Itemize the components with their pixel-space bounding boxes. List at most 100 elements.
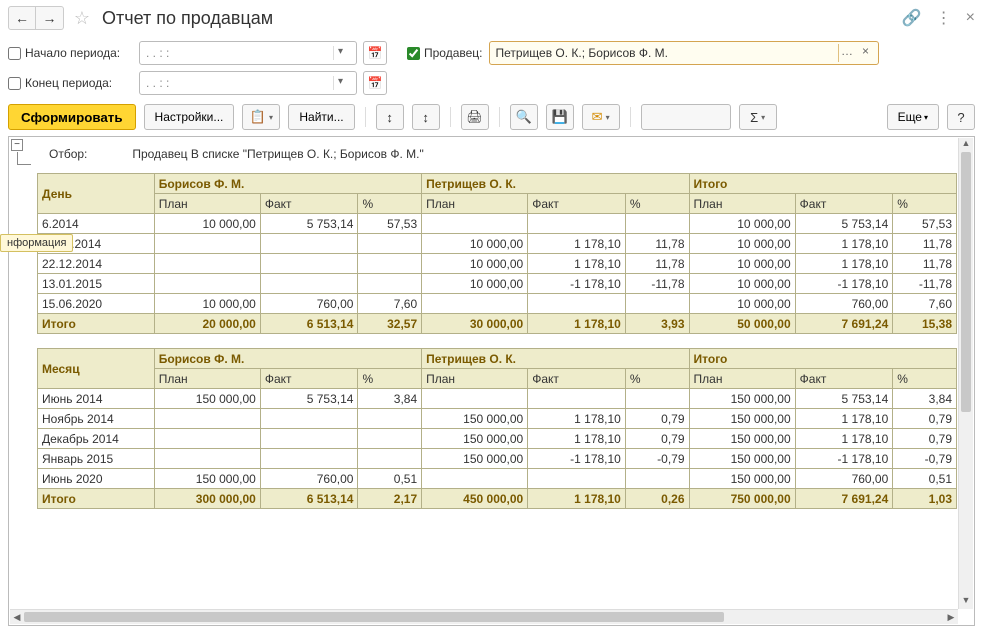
cell: 150 000,00 bbox=[422, 449, 528, 469]
fact-header: Факт bbox=[795, 194, 893, 214]
cell: 7 691,24 bbox=[795, 314, 893, 334]
favorite-star-icon[interactable]: ☆ bbox=[70, 6, 94, 30]
close-icon[interactable]: × bbox=[966, 9, 975, 27]
table-row: Январь 2015150 000,00-1 178,10-0,79150 0… bbox=[38, 449, 957, 469]
table-row: 13.01.201510 000,00-1 178,10-11,7810 000… bbox=[38, 274, 957, 294]
scroll-right-icon[interactable]: ▶ bbox=[944, 610, 958, 624]
expand-levels-button[interactable]: ↕ bbox=[376, 104, 404, 130]
cell bbox=[422, 214, 528, 234]
cell bbox=[260, 254, 358, 274]
save-icon: 💾 bbox=[552, 109, 568, 125]
total-label: Итого bbox=[38, 489, 155, 509]
find-button[interactable]: Найти... bbox=[288, 104, 354, 130]
scroll-thumb-h[interactable] bbox=[24, 612, 724, 622]
cell: 10 000,00 bbox=[689, 274, 795, 294]
end-calendar-button[interactable]: 📅 bbox=[363, 71, 387, 95]
collapse-levels-button[interactable]: ↕ bbox=[412, 104, 440, 130]
cell: 1 178,10 bbox=[528, 234, 626, 254]
date-cell: Декабрь 2014 bbox=[38, 429, 155, 449]
filters-panel: Начало периода: . . : : ▾ 📅 Продавец: Пе… bbox=[0, 36, 983, 100]
paste-button[interactable]: 📋 bbox=[242, 104, 280, 130]
cell: 0,79 bbox=[893, 409, 957, 429]
table-row: Июнь 2014150 000,005 753,143,84150 000,0… bbox=[38, 389, 957, 409]
expand-icon: ↕ bbox=[386, 110, 393, 125]
print-button[interactable]: 🖨 bbox=[461, 104, 489, 130]
cell: 32,57 bbox=[358, 314, 422, 334]
scroll-thumb-v[interactable] bbox=[961, 152, 971, 412]
cell: -11,78 bbox=[625, 274, 689, 294]
seller-input[interactable]: Петрищев О. К.; Борисов Ф. М. … × bbox=[489, 41, 879, 65]
toolbar: Сформировать Настройки... 📋 Найти... ↕ ↕… bbox=[0, 100, 983, 134]
link-icon[interactable]: 🔗 bbox=[902, 8, 922, 28]
cell: 760,00 bbox=[260, 469, 358, 489]
menu-icon[interactable]: ⋮ bbox=[936, 8, 952, 28]
cell: 50 000,00 bbox=[689, 314, 795, 334]
cell: 760,00 bbox=[260, 294, 358, 314]
total-label: Итого bbox=[38, 314, 155, 334]
seller-checkbox[interactable] bbox=[407, 47, 420, 60]
cell: 1,03 bbox=[893, 489, 957, 509]
help-button[interactable]: ? bbox=[947, 104, 975, 130]
cell: 1 178,10 bbox=[795, 409, 893, 429]
help-icon: ? bbox=[957, 110, 964, 125]
more-button[interactable]: Еще ▾ bbox=[887, 104, 939, 130]
cell: 150 000,00 bbox=[422, 409, 528, 429]
cell bbox=[260, 274, 358, 294]
date-cell: 15.06.2020 bbox=[38, 294, 155, 314]
generate-button[interactable]: Сформировать bbox=[8, 104, 136, 130]
nav-back-button[interactable]: ← bbox=[8, 6, 36, 30]
total-row: Итого300 000,006 513,142,17450 000,001 1… bbox=[38, 489, 957, 509]
collapse-all-toggle[interactable]: − bbox=[11, 139, 23, 151]
start-period-checkbox-wrap: Начало периода: bbox=[8, 46, 133, 60]
sigma-button[interactable]: Σ bbox=[739, 104, 777, 130]
titlebar: ← → ☆ Отчет по продавцам 🔗 ⋮ × bbox=[0, 0, 983, 36]
titlebar-actions: 🔗 ⋮ × bbox=[902, 8, 975, 28]
table-row: Ноябрь 2014150 000,001 178,100,79150 000… bbox=[38, 409, 957, 429]
save-button[interactable]: 💾 bbox=[546, 104, 574, 130]
start-period-checkbox[interactable] bbox=[8, 47, 21, 60]
cell: 10 000,00 bbox=[422, 234, 528, 254]
scroll-down-icon[interactable]: ▼ bbox=[959, 595, 973, 609]
date-cell: Январь 2015 bbox=[38, 449, 155, 469]
nav-forward-button[interactable]: → bbox=[36, 6, 64, 30]
report-area: − Отбор: Продавец В списке "Петрищев О. … bbox=[8, 136, 975, 626]
cell: 57,53 bbox=[893, 214, 957, 234]
scroll-up-icon[interactable]: ▲ bbox=[959, 138, 973, 152]
mail-button[interactable]: ✉ bbox=[582, 104, 620, 130]
settings-button[interactable]: Настройки... bbox=[144, 104, 235, 130]
start-calendar-button[interactable]: 📅 bbox=[363, 41, 387, 65]
dimension-header: День bbox=[38, 174, 155, 214]
cell: 0,51 bbox=[893, 469, 957, 489]
cell: -0,79 bbox=[625, 449, 689, 469]
seller-label: Продавец: bbox=[424, 46, 483, 60]
date-cell: 6.2014 bbox=[38, 214, 155, 234]
blank-field[interactable] bbox=[641, 104, 731, 130]
mail-icon: ✉ bbox=[592, 109, 603, 125]
cell: 1 178,10 bbox=[795, 429, 893, 449]
cell: 57,53 bbox=[358, 214, 422, 234]
cell bbox=[154, 274, 260, 294]
start-period-dropdown-icon[interactable]: ▾ bbox=[338, 46, 352, 60]
horizontal-scrollbar[interactable]: ◀ ▶ bbox=[10, 609, 958, 624]
filter-description: Отбор: Продавец В списке "Петрищев О. К.… bbox=[37, 145, 958, 173]
seller-select-button[interactable]: … bbox=[838, 44, 856, 62]
start-period-input[interactable]: . . : : ▾ bbox=[139, 41, 357, 65]
calendar-icon: 📅 bbox=[368, 46, 383, 60]
cell: 7 691,24 bbox=[795, 489, 893, 509]
cell: 7,60 bbox=[358, 294, 422, 314]
end-period-dropdown-icon[interactable]: ▾ bbox=[338, 76, 352, 90]
fact-header: Факт bbox=[795, 369, 893, 389]
table-row: 21.11.201410 000,001 178,1011,7810 000,0… bbox=[38, 234, 957, 254]
toolbar-separator bbox=[365, 107, 366, 127]
cell bbox=[154, 449, 260, 469]
cell: 750 000,00 bbox=[689, 489, 795, 509]
scroll-left-icon[interactable]: ◀ bbox=[10, 610, 24, 624]
vertical-scrollbar[interactable]: ▲ ▼ bbox=[958, 138, 973, 609]
seller-clear-button[interactable]: × bbox=[858, 44, 874, 62]
end-period-input[interactable]: . . : : ▾ bbox=[139, 71, 357, 95]
preview-button[interactable]: 🔍 bbox=[510, 104, 538, 130]
fact-header: Факт bbox=[260, 369, 358, 389]
end-period-checkbox[interactable] bbox=[8, 77, 21, 90]
fact-header: Факт bbox=[528, 194, 626, 214]
cell bbox=[625, 294, 689, 314]
